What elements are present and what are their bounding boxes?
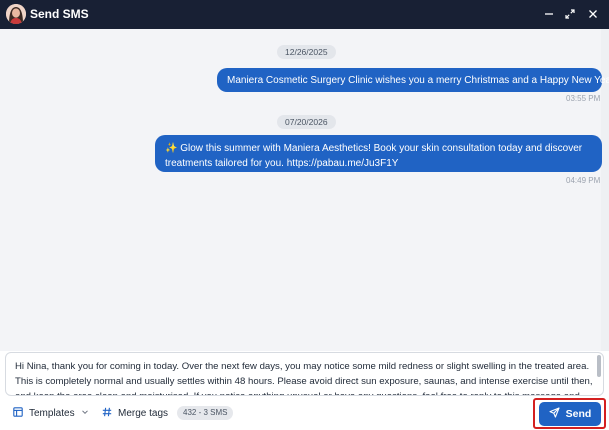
hash-icon xyxy=(102,407,112,420)
input-scrollbar[interactable] xyxy=(597,355,601,377)
close-icon[interactable] xyxy=(584,5,602,23)
message-text-line: ✨ Glow this summer with Maniera Aestheti… xyxy=(165,143,583,154)
message-timestamp: 03:55 PM xyxy=(566,94,601,103)
title-bar: Send SMS xyxy=(0,0,609,29)
date-separator: 07/20/2026 xyxy=(277,115,336,129)
window-title: Send SMS xyxy=(30,7,89,21)
templates-label: Templates xyxy=(29,407,75,419)
date-separator: 12/26/2025 xyxy=(277,45,336,59)
merge-tags-label: Merge tags xyxy=(118,407,169,419)
chevron-down-icon xyxy=(81,408,89,419)
send-label: Send xyxy=(565,408,592,420)
expand-icon[interactable] xyxy=(561,5,579,23)
message-input-text[interactable]: Hi Nina, thank you for coming in today. … xyxy=(15,359,597,395)
avatar xyxy=(6,4,26,24)
send-button[interactable]: Send xyxy=(539,402,601,426)
send-icon xyxy=(549,407,560,421)
message-bubble: Maniera Cosmetic Surgery Clinic wishes y… xyxy=(217,68,609,92)
templates-button[interactable]: Templates xyxy=(13,405,89,421)
minimize-icon[interactable] xyxy=(540,5,558,23)
message-input[interactable]: Hi Nina, thank you for coming in today. … xyxy=(5,352,604,396)
message-timestamp: 04:49 PM xyxy=(566,176,601,185)
message-history[interactable]: 12/26/2025 Maniera Cosmetic Surgery Clin… xyxy=(0,29,609,351)
character-count-badge: 432 - 3 SMS xyxy=(177,406,234,420)
message-text-line: treatments tailored for you. https://pab… xyxy=(165,158,399,169)
message-bubble: ✨ Glow this summer with Maniera Aestheti… xyxy=(155,135,602,172)
templates-icon xyxy=(13,406,23,420)
composer-toolbar: Templates Merge tags 432 - 3 SMS xyxy=(0,397,609,430)
merge-tags-button[interactable]: Merge tags xyxy=(102,405,168,421)
